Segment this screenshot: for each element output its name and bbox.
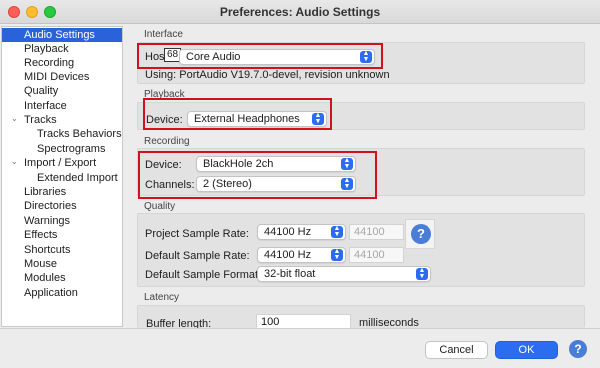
sidebar-item-quality[interactable]: Quality xyxy=(24,84,58,98)
help-icon[interactable]: ? xyxy=(569,340,587,358)
project-rate-select[interactable]: 44100 Hz ▲ ▼ xyxy=(257,224,346,240)
chevron-down-icon[interactable]: ⌄ xyxy=(11,114,18,123)
sidebar-item-modules[interactable]: Modules xyxy=(24,271,66,285)
sidebar-item-recording[interactable]: Recording xyxy=(24,56,74,70)
sidebar-item-import-export[interactable]: Import / Export xyxy=(24,156,96,170)
recording-section-label: Recording xyxy=(144,136,190,147)
sidebar-item-audio-settings[interactable]: Audio Settings xyxy=(2,28,122,42)
sidebar-item-interface[interactable]: Interface xyxy=(24,99,67,113)
highlight-box-playback xyxy=(143,98,332,130)
interface-section-label: Interface xyxy=(144,29,183,40)
sidebar-item-mouse[interactable]: Mouse xyxy=(24,257,57,271)
sidebar-item-effects[interactable]: Effects xyxy=(24,228,57,242)
sidebar-item-libraries[interactable]: Libraries xyxy=(24,185,66,199)
sidebar-item-application[interactable]: Application xyxy=(24,286,78,300)
default-format-select[interactable]: 32-bit float ▲ ▼ xyxy=(257,266,431,282)
sidebar-item-playback[interactable]: Playback xyxy=(24,42,69,56)
dialog-footer: Cancel OK ? xyxy=(0,328,600,368)
chevron-down-icon[interactable]: ⌄ xyxy=(11,157,18,166)
default-format-value: 32-bit float xyxy=(264,268,316,280)
ok-button[interactable]: OK xyxy=(495,341,558,359)
sidebar-item-extended-import[interactable]: Extended Import xyxy=(37,171,118,185)
highlight-box-host xyxy=(137,43,383,69)
sidebar-item-spectrograms[interactable]: Spectrograms xyxy=(37,142,105,156)
sidebar-item-shortcuts[interactable]: Shortcuts xyxy=(24,243,70,257)
project-rate-label: Project Sample Rate: xyxy=(145,228,249,240)
highlight-box-recording xyxy=(138,151,377,199)
sidebar-item-tracks-behaviors[interactable]: Tracks Behaviors xyxy=(37,127,122,141)
sidebar-item-midi-devices[interactable]: MIDI Devices xyxy=(24,70,89,84)
project-rate-value: 44100 Hz xyxy=(264,226,312,238)
select-stepper-icon: ▲ ▼ xyxy=(331,225,343,238)
default-rate-select[interactable]: 44100 Hz ▲ ▼ xyxy=(257,247,346,263)
default-rate-value: 44100 Hz xyxy=(264,249,312,261)
using-info-text: Using: PortAudio V19.7.0-devel, revision… xyxy=(145,69,390,81)
title-bar: Preferences: Audio Settings xyxy=(0,0,600,24)
audio-settings-panel: Interface Hos 68 Core Audio ▲ ▼ Using: Po… xyxy=(124,24,600,330)
quality-section-label: Quality xyxy=(144,201,176,212)
sidebar-item-warnings[interactable]: Warnings xyxy=(24,214,70,228)
sidebar-item-directories[interactable]: Directories xyxy=(24,199,77,213)
default-format-label: Default Sample Format: xyxy=(145,269,262,281)
default-rate-label: Default Sample Rate: xyxy=(145,250,250,262)
latency-section-label: Latency xyxy=(144,292,180,303)
window-title: Preferences: Audio Settings xyxy=(219,5,381,19)
sidebar-item-tracks[interactable]: Tracks xyxy=(24,113,57,127)
select-stepper-icon: ▲ ▼ xyxy=(416,267,428,280)
default-rate-input[interactable]: 44100 xyxy=(349,247,404,263)
cancel-button[interactable]: Cancel xyxy=(425,341,488,359)
project-rate-input[interactable]: 44100 xyxy=(349,224,404,240)
select-stepper-icon: ▲ ▼ xyxy=(331,248,343,261)
preferences-sidebar: Audio Settings Playback Recording MIDI D… xyxy=(1,26,123,327)
help-icon[interactable]: ? xyxy=(411,224,431,244)
